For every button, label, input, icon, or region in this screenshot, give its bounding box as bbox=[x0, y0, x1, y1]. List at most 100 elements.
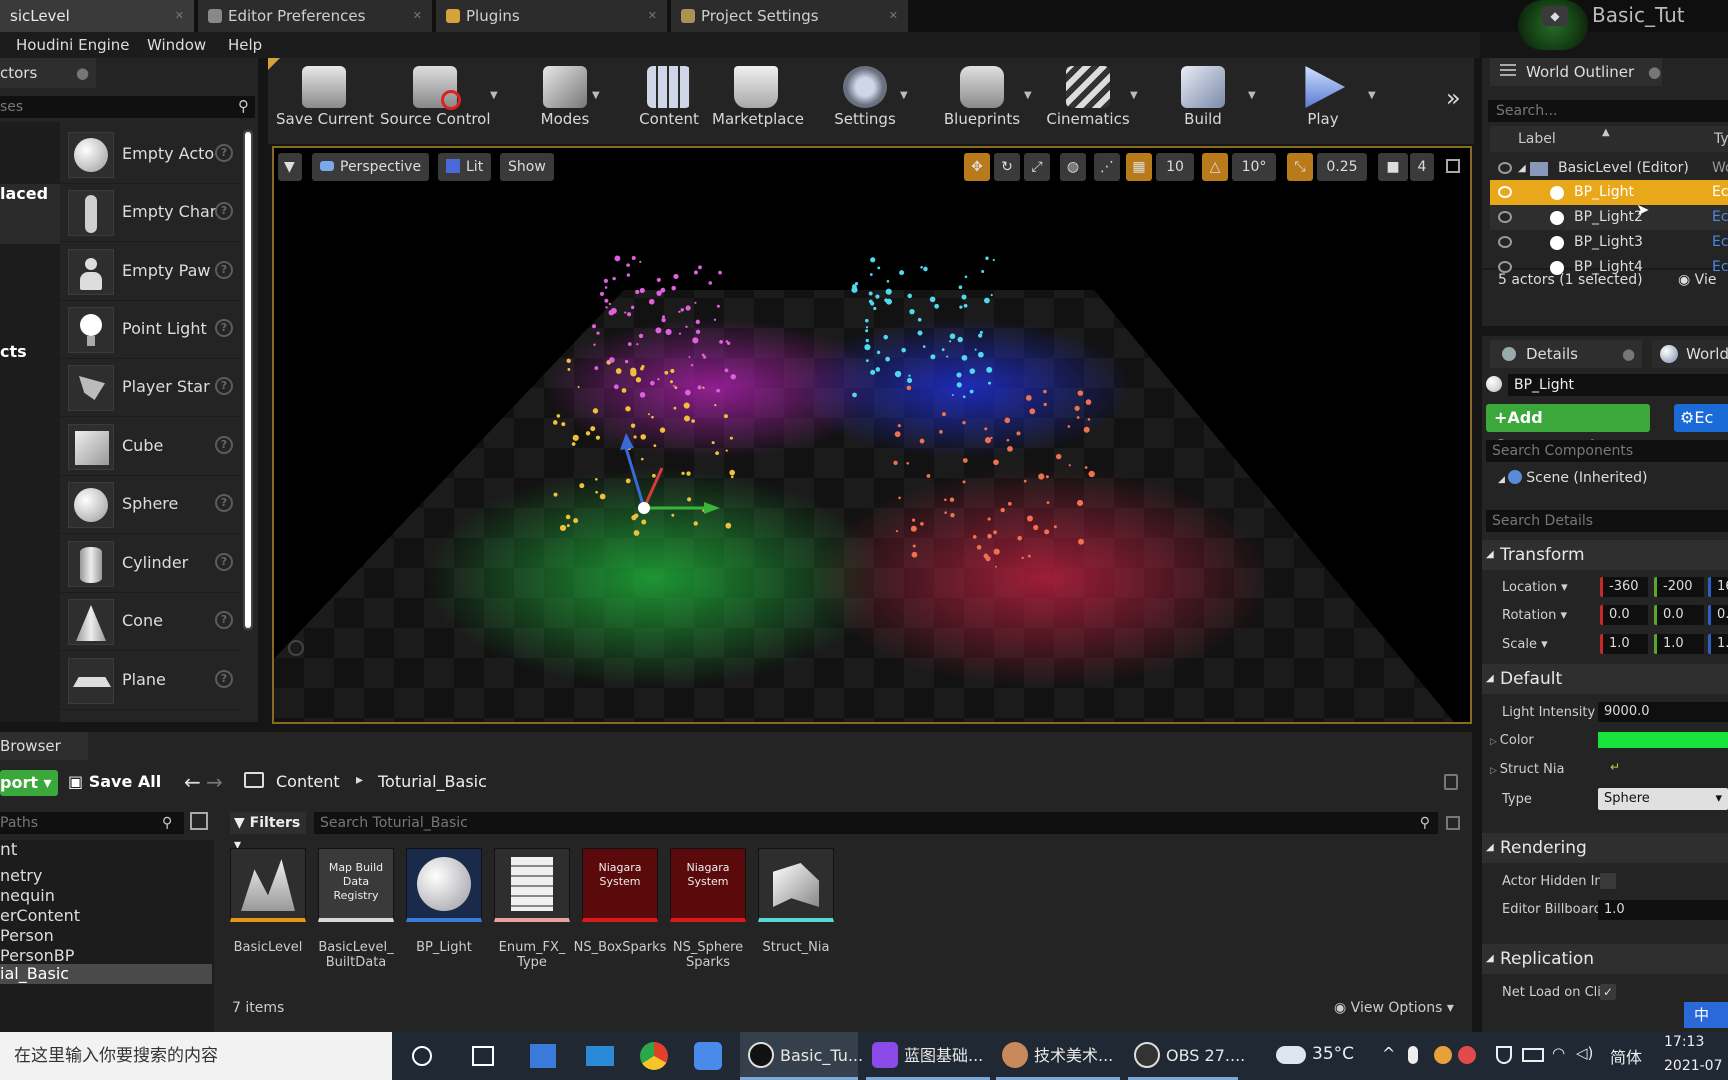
store-icon[interactable] bbox=[530, 1044, 556, 1068]
tab-project-settings[interactable]: Project Settings ✕ bbox=[671, 0, 909, 32]
place-item-player-start[interactable]: Player Star? bbox=[60, 359, 240, 417]
visibility-eye-icon[interactable] bbox=[1498, 162, 1512, 174]
color-label[interactable]: ▷ Color bbox=[1490, 733, 1534, 748]
play-button[interactable]: Play ▼ bbox=[1286, 62, 1376, 134]
close-icon[interactable]: ✕ bbox=[175, 0, 184, 32]
show-button[interactable]: Show bbox=[500, 153, 554, 181]
reset-arrow-icon[interactable]: ↵ bbox=[1610, 760, 1620, 774]
label-column-header[interactable]: Label bbox=[1518, 126, 1556, 152]
location-label[interactable]: Location ▾ bbox=[1502, 580, 1568, 595]
taskbar-app-tech-art[interactable]: 技术美术... bbox=[996, 1032, 1120, 1080]
type-dropdown[interactable]: Sphere ▾ bbox=[1598, 788, 1728, 810]
grid-snap-value[interactable]: 10 bbox=[1156, 153, 1194, 181]
asset-tile[interactable]: BP_Light bbox=[406, 848, 482, 955]
build-button[interactable]: Build ▼ bbox=[1166, 62, 1256, 134]
tree-item[interactable]: Person bbox=[0, 926, 54, 945]
tree-item[interactable]: erContent bbox=[0, 906, 80, 925]
input-method-indicator[interactable]: 简体 bbox=[1610, 1044, 1642, 1068]
wifi-icon[interactable]: ◠ bbox=[1552, 1044, 1565, 1062]
world-outliner-tab[interactable]: World Outliner ● bbox=[1490, 58, 1662, 86]
asset-tile[interactable]: Map Build Data Registry BasicLevel_ Built… bbox=[318, 848, 394, 970]
rotate-tool-icon[interactable]: ↻ bbox=[994, 153, 1020, 181]
asset-tile[interactable]: Niagara System NS_Sphere Sparks bbox=[670, 848, 746, 970]
tree-item-selected[interactable]: ial_Basic bbox=[0, 964, 212, 984]
cinematics-button[interactable]: Cinematics ▼ bbox=[1046, 62, 1138, 134]
toolbar-overflow-icon[interactable]: » bbox=[1446, 84, 1461, 112]
rendering-section[interactable]: ◢ Rendering bbox=[1482, 833, 1728, 863]
chevron-down-icon[interactable]: ▼ bbox=[490, 90, 498, 101]
save-current-button[interactable]: Save Current bbox=[276, 62, 374, 134]
list-view-icon[interactable] bbox=[190, 812, 208, 830]
chevron-down-icon[interactable]: ▼ bbox=[1248, 90, 1256, 101]
viewport-options-button[interactable]: ▼ bbox=[278, 153, 302, 181]
help-icon[interactable]: ? bbox=[215, 436, 233, 454]
edit-blueprint-button[interactable]: ⚙Ec bbox=[1674, 404, 1728, 432]
scene-component-row[interactable]: ◢ Scene (Inherited) bbox=[1498, 470, 1647, 486]
light-intensity-input[interactable]: 9000.0 bbox=[1598, 702, 1728, 722]
category-all-classes[interactable]: cts bbox=[0, 342, 27, 361]
content-button[interactable]: Content bbox=[632, 62, 706, 134]
lit-button[interactable]: Lit bbox=[438, 153, 492, 181]
scale-x-input[interactable]: 1.0 bbox=[1600, 634, 1648, 654]
breadcrumb-content[interactable]: Content bbox=[276, 772, 340, 791]
chevron-down-icon[interactable]: ▼ bbox=[592, 90, 600, 101]
filters-button[interactable]: ▼ Filters ▾ bbox=[230, 812, 306, 853]
help-icon[interactable]: ? bbox=[215, 319, 233, 337]
clock-time[interactable]: 17:13 bbox=[1664, 1034, 1704, 1050]
close-icon[interactable]: ✕ bbox=[648, 0, 657, 32]
replication-section[interactable]: ◢ Replication bbox=[1482, 944, 1728, 974]
taskbar-app-blueprint-doc[interactable]: 蓝图基础... bbox=[866, 1032, 990, 1080]
content-browser-tab[interactable]: Browser bbox=[0, 732, 88, 760]
search-classes-input[interactable]: ses ⚲ bbox=[0, 96, 255, 118]
tray-app-icon[interactable] bbox=[1458, 1046, 1476, 1064]
shield-icon[interactable] bbox=[1496, 1046, 1512, 1064]
outliner-search-input[interactable]: Search... bbox=[1488, 100, 1728, 122]
outliner-row-basic-level[interactable]: ◢BasicLevel (Editor)Wo bbox=[1490, 156, 1728, 181]
search-details-input[interactable]: Search Details bbox=[1486, 510, 1728, 532]
visibility-eye-icon[interactable] bbox=[1498, 211, 1512, 223]
close-icon[interactable]: ● bbox=[1622, 340, 1635, 368]
outliner-row-bp-light[interactable]: BP_Light Ec bbox=[1490, 180, 1728, 205]
ime-badge[interactable]: 中 bbox=[1684, 1002, 1728, 1028]
rotation-label[interactable]: Rotation ▾ bbox=[1502, 608, 1567, 623]
location-x-input[interactable]: -360 bbox=[1600, 577, 1648, 597]
actor-name-input[interactable]: BP_Light bbox=[1508, 374, 1728, 396]
marketplace-button[interactable]: Marketplace bbox=[712, 62, 804, 134]
paths-search-input[interactable]: Paths ⚲ bbox=[0, 812, 184, 834]
scale-tool-icon[interactable]: ⤢ bbox=[1024, 153, 1050, 181]
tree-item[interactable]: nt bbox=[0, 840, 17, 860]
outliner-row-bp-light4[interactable]: BP_Light4 Ec bbox=[1490, 255, 1728, 280]
camera-speed-icon[interactable]: ■ bbox=[1378, 153, 1408, 181]
place-item-point-light[interactable]: Point Light? bbox=[60, 301, 240, 359]
tab-plugins[interactable]: Plugins ✕ bbox=[436, 0, 668, 32]
place-item-empty-actor[interactable]: Empty Acto? bbox=[60, 126, 240, 184]
asset-search-input[interactable]: Search Toturial_Basic ⚲ bbox=[314, 812, 1438, 834]
outliner-row-bp-light3[interactable]: BP_Light3 Ec bbox=[1490, 230, 1728, 255]
place-item-plane[interactable]: Plane? bbox=[60, 652, 240, 710]
scrollbar[interactable] bbox=[243, 130, 253, 630]
help-icon[interactable]: ? bbox=[215, 261, 233, 279]
tray-app-icon[interactable] bbox=[1434, 1046, 1452, 1064]
help-icon[interactable]: ? bbox=[215, 611, 233, 629]
place-item-empty-pawn[interactable]: Empty Paw? bbox=[60, 243, 240, 301]
scrollbar-thumb[interactable] bbox=[245, 132, 251, 628]
rotation-z-input[interactable]: 0.0 bbox=[1708, 605, 1728, 625]
rotation-y-input[interactable]: 0.0 bbox=[1654, 605, 1704, 625]
surface-snap-icon[interactable]: ⋰ bbox=[1094, 153, 1120, 181]
search-components-input[interactable]: Search Components bbox=[1486, 440, 1728, 462]
chevron-down-icon[interactable]: ▼ bbox=[1368, 90, 1376, 101]
help-icon[interactable]: ? bbox=[215, 494, 233, 512]
help-icon[interactable]: ? bbox=[215, 377, 233, 395]
menu-help[interactable]: Help bbox=[228, 36, 262, 54]
close-icon[interactable]: ● bbox=[1648, 58, 1661, 86]
struct-label[interactable]: ▷ Struct Nia bbox=[1490, 762, 1564, 777]
chevron-down-icon[interactable]: ▼ bbox=[900, 90, 908, 101]
cortana-icon[interactable] bbox=[412, 1046, 432, 1066]
tree-item[interactable]: netry bbox=[0, 866, 42, 885]
close-icon[interactable]: ✕ bbox=[889, 0, 898, 32]
scale-y-input[interactable]: 1.0 bbox=[1654, 634, 1704, 654]
world-settings-tab[interactable]: World bbox=[1652, 340, 1728, 368]
place-item-cone[interactable]: Cone? bbox=[60, 593, 240, 651]
volume-icon[interactable]: ◁) bbox=[1576, 1044, 1593, 1062]
save-search-icon[interactable] bbox=[1446, 816, 1460, 830]
